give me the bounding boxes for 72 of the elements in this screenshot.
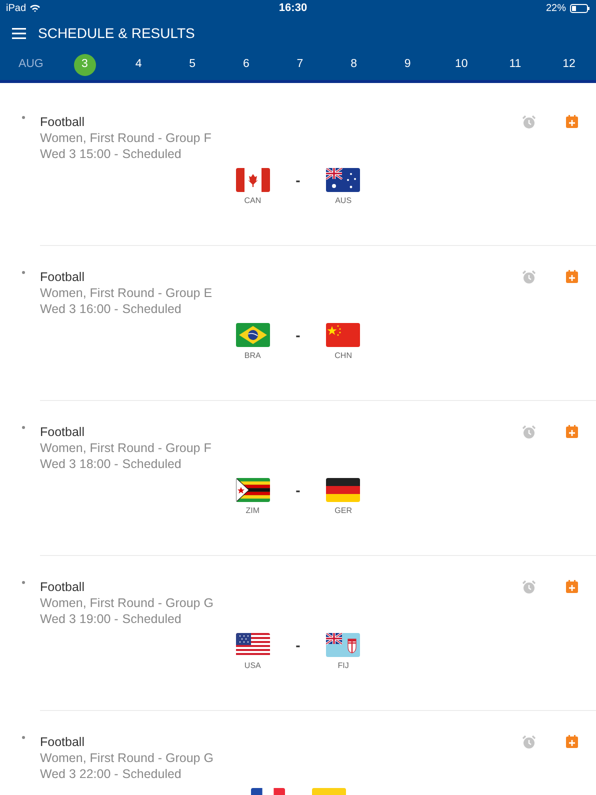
bullet-icon <box>22 581 25 584</box>
sport-name: Football <box>40 114 84 130</box>
alarm-clock-icon[interactable] <box>522 270 536 284</box>
flag-icon <box>236 323 270 347</box>
date-tab[interactable]: 7 <box>288 54 311 76</box>
date-tab[interactable]: 9 <box>396 54 419 76</box>
date-tab[interactable]: 12 <box>558 54 580 76</box>
match-status: Scheduled <box>122 766 182 782</box>
date-tab[interactable]: 5 <box>181 54 204 76</box>
battery-percent: 22% <box>546 2 566 16</box>
flag-icon <box>326 323 360 347</box>
month-label: AUG <box>18 58 44 70</box>
date-tab[interactable]: 10 <box>450 54 472 76</box>
add-to-calendar-icon[interactable] <box>566 580 578 593</box>
alarm-clock-icon[interactable] <box>522 425 536 439</box>
date-tab[interactable]: 4 <box>128 54 150 76</box>
event-name: Women, First Round - Group G <box>40 750 214 766</box>
alarm-clock-icon[interactable] <box>522 115 536 129</box>
match-time: Wed 3 22:00 - <box>40 766 118 782</box>
add-to-calendar-icon[interactable] <box>566 425 578 438</box>
match-time: Wed 3 19:00 - <box>40 611 118 627</box>
date-tab[interactable]: 11 <box>504 54 526 76</box>
page-title: SCHEDULE & RESULTS <box>38 24 195 42</box>
event-name: Women, First Round - Group E <box>40 285 212 301</box>
menu-icon[interactable] <box>12 28 26 38</box>
flag-icon <box>326 633 360 657</box>
battery-icon <box>570 4 590 12</box>
flag-icon <box>326 478 360 502</box>
add-to-calendar-icon[interactable] <box>566 270 578 283</box>
bullet-icon <box>22 271 25 274</box>
event-name: Women, First Round - Group F <box>40 130 212 146</box>
match-time: Wed 3 16:00 - <box>40 301 118 317</box>
match-status: Scheduled <box>122 611 182 627</box>
match-time: Wed 3 15:00 - <box>40 146 118 162</box>
wifi-icon <box>30 4 40 12</box>
event-name: Women, First Round - Group F <box>40 440 212 456</box>
score-dash: - <box>296 481 300 500</box>
sport-name: Football <box>40 424 84 440</box>
alarm-clock-icon[interactable] <box>522 735 536 749</box>
flag-icon <box>236 633 270 657</box>
date-tab[interactable]: 6 <box>235 54 258 76</box>
match-time: Wed 3 18:00 - <box>40 456 118 472</box>
sport-name: Football <box>40 734 84 750</box>
team-code: CAN <box>244 195 262 207</box>
bullet-icon <box>22 116 25 119</box>
team-code: CHN <box>334 350 352 362</box>
team-code: USA <box>244 660 261 672</box>
date-tab[interactable]: 8 <box>342 54 365 76</box>
alarm-clock-icon[interactable] <box>522 580 536 594</box>
team-code: AUS <box>335 195 352 207</box>
event-name: Women, First Round - Group G <box>40 595 214 611</box>
clock-time: 16:30 <box>278 0 308 16</box>
score-dash: - <box>296 636 300 655</box>
score-dash: - <box>296 326 300 345</box>
team-code: FIJ <box>338 660 349 672</box>
match-status: Scheduled <box>122 456 182 472</box>
flag-icon <box>326 168 360 192</box>
match-status: Scheduled <box>122 146 182 162</box>
bullet-icon <box>22 426 25 429</box>
team-code: ZIM <box>246 505 260 517</box>
team-code: GER <box>334 505 352 517</box>
score-dash: - <box>296 171 300 190</box>
add-to-calendar-icon[interactable] <box>566 735 578 748</box>
sport-name: Football <box>40 579 84 595</box>
team-code: BRA <box>244 350 261 362</box>
flag-icon <box>236 478 270 502</box>
add-to-calendar-icon[interactable] <box>566 115 578 128</box>
match-status: Scheduled <box>122 301 182 317</box>
flag-icon <box>236 168 270 192</box>
device-name: iPad <box>6 2 26 16</box>
bullet-icon <box>22 736 25 739</box>
sport-name: Football <box>40 269 84 285</box>
